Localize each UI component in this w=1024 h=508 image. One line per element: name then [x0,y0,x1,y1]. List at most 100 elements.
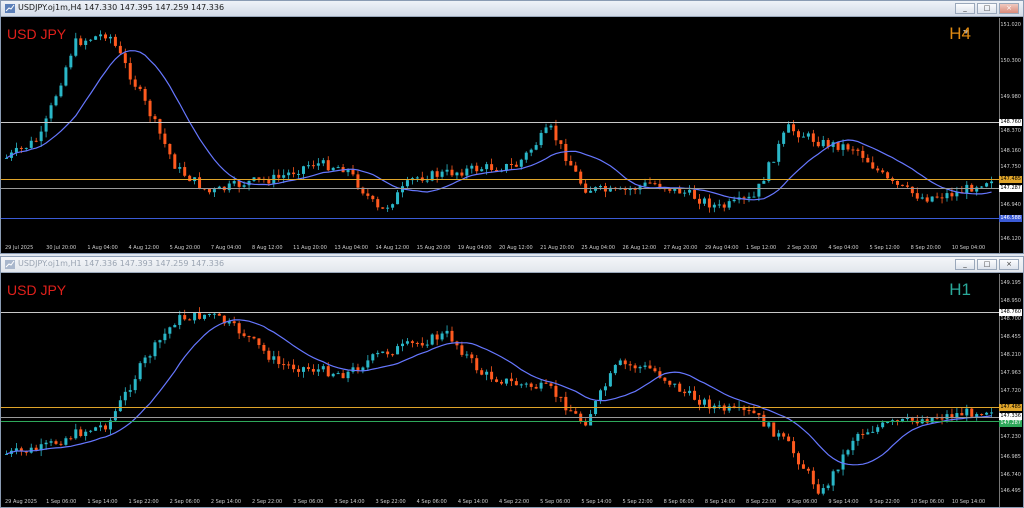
candle-body [900,184,904,186]
candle-body [623,360,627,365]
candle-body [772,422,776,437]
candle-body [435,171,439,177]
candle-body [138,363,142,380]
chart-window-h4[interactable]: USDJPY.oj1m,H4 147.330 147.395 147.259 1… [0,0,1024,254]
candle-body [306,367,310,369]
candle-body [153,116,157,120]
candle-body [693,189,697,199]
price-scale[interactable]: 149.195 148.950 148.700 148.455 148.210 … [999,274,1023,507]
price-label: 149.195 [1000,280,1021,286]
price-label: 148.370 [1000,128,1021,134]
candle-body [559,396,563,398]
candle-body [980,414,984,416]
window-title: USDJPY.oj1m,H4 147.330 147.395 147.259 1… [18,3,225,12]
time-label: 26 Aug 12:00 [622,245,657,251]
price-tag-support: 146.588 [999,215,1022,222]
bid-line[interactable] [1,188,999,189]
candle-body [514,381,518,386]
candle-body [608,373,612,387]
candle-body [841,454,845,470]
candle-body [539,382,543,389]
plot-area[interactable]: USD JPY H1 29 Aug 2025 1 Sep 06:00 1 Sep 1… [1,274,999,507]
candle-body [747,410,751,412]
candle-body [673,383,677,385]
candle-body [316,163,320,166]
candle-body [554,125,558,141]
support-line[interactable] [1,218,999,219]
close-button[interactable]: × [999,259,1019,270]
time-label: 2 Sep 14:00 [210,499,242,505]
candle-body [232,181,236,184]
minimize-button[interactable]: _ [955,259,975,270]
window-titlebar[interactable]: USDJPY.oj1m,H4 147.330 147.395 147.259 1… [1,1,1023,17]
candle-body [534,386,538,389]
time-label: 21 Aug 20:00 [540,245,574,251]
candle-body [203,314,206,319]
candle-body [886,422,890,424]
candle-body [668,189,672,191]
chart-window-h1[interactable]: USDJPY.oj1m,H1 147.336 147.393 147.259 1… [0,256,1024,508]
bid-line[interactable] [1,417,999,418]
time-label: 27 Aug 20:00 [663,245,698,251]
candle-body [806,133,810,137]
candle-body [247,336,251,338]
candle-body [302,367,305,372]
time-label: 2 Sep 22:00 [252,499,283,505]
candle-body [123,391,127,401]
green-level-line[interactable] [1,421,999,422]
orange-level-line[interactable] [1,407,999,408]
candle-body [470,354,474,359]
candle-body [287,172,291,176]
candle-body [351,169,355,175]
candle-body [821,139,825,147]
candle-body [237,323,241,334]
plot-area[interactable]: USD JPY H4 29 Jul 2025 30 Jul 20:00 1 Aug … [1,18,999,253]
candle-body [445,169,449,172]
minimize-button[interactable]: _ [955,3,975,14]
chart-shift-marker[interactable] [963,19,969,34]
candle-body [282,364,286,366]
candle-body [158,340,162,343]
candle-body [153,342,157,357]
candle-body [693,390,697,400]
candle-body [549,383,553,386]
candle-body [168,143,172,155]
timeframe-label: H1 [949,280,971,299]
maximize-button[interactable]: □ [977,259,997,270]
price-label: 151.020 [1000,22,1021,28]
candle-body [69,55,73,68]
candle-body [831,471,835,486]
candle-body [435,334,439,340]
window-titlebar[interactable]: USDJPY.oj1m,H1 147.336 147.393 147.259 1… [1,257,1023,273]
candle-body [331,373,335,377]
candle-body [797,453,800,465]
price-scale[interactable]: 151.020 150.300 149.980 148.370 148.160 … [999,18,1023,253]
candle-body [440,171,444,177]
candle-body [886,172,890,179]
candle-body [133,79,137,87]
candle-body [311,368,315,372]
candle-body [128,63,132,80]
symbol-label: USD JPY [7,282,67,298]
candle-body [49,105,53,119]
maximize-button[interactable]: □ [977,3,997,14]
candle-body [539,132,543,146]
candle-body [480,169,484,172]
candle-body [430,334,434,345]
candle-body [529,149,533,153]
orange-level-line[interactable] [1,179,999,180]
time-label: 4 Sep 04:00 [828,245,859,251]
resistance-line[interactable] [1,312,999,313]
candle-body [292,364,296,370]
resistance-line[interactable] [1,122,999,123]
close-button[interactable]: × [999,3,1019,14]
price-chart[interactable]: USD JPY H1 29 Aug 2025 1 Sep 06:00 1 Sep 1… [1,274,1023,507]
time-label: 4 Sep 14:00 [457,499,489,505]
candle-body [846,144,850,150]
candle-body [460,345,464,355]
candle-body [143,88,147,101]
time-label: 25 Aug 04:00 [581,245,616,251]
candle-body [797,131,800,138]
price-chart[interactable]: USD JPY H4 29 Jul 2025 30 Jul 20:00 1 Aug … [1,18,1023,253]
candle-body [396,346,400,355]
